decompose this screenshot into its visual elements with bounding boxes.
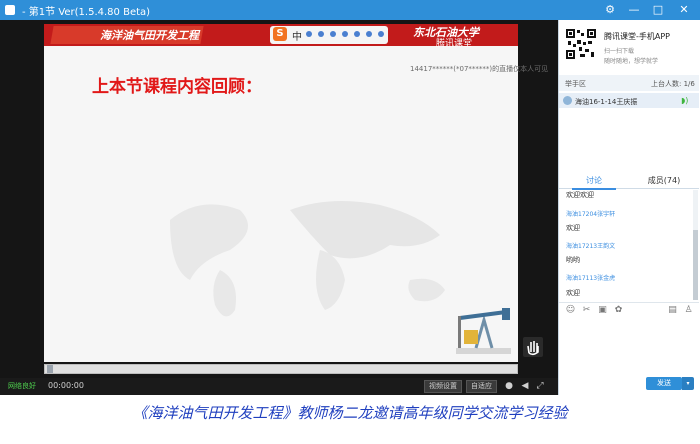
user-settings-icon[interactable]: ♙: [683, 305, 694, 316]
send-button[interactable]: 发送: [646, 377, 682, 390]
chat-toolbar: [559, 302, 699, 319]
ime-skin-icon: [354, 31, 360, 37]
ime-menu-icon: [378, 31, 384, 37]
send-options-dropdown[interactable]: ▾: [682, 377, 694, 390]
ime-emoji-icon: [318, 31, 324, 37]
expand-icon[interactable]: ⤢: [534, 380, 546, 392]
chat-message: 欢迎: [566, 224, 580, 232]
volume-icon[interactable]: ◀: [519, 380, 531, 392]
auto-fit-button[interactable]: 自适应: [466, 380, 497, 393]
ime-tools-icon: [366, 31, 372, 37]
ime-mode-label: 中: [292, 32, 302, 43]
emoji-icon[interactable]: ☺: [565, 305, 576, 316]
course-title: 海洋油气田开发工程: [100, 29, 199, 42]
playback-progress-bar[interactable]: [44, 364, 518, 374]
flower-icon[interactable]: ✿: [613, 305, 624, 316]
chat-message: 哟哟: [566, 256, 580, 264]
speaking-icon: ◗): [681, 96, 689, 105]
message-history-icon[interactable]: ▤: [667, 305, 678, 316]
oil-pumpjack-illustration: [456, 308, 511, 354]
watermark: 14417******(*07******)的直播仅本人可见: [410, 65, 549, 73]
ime-mic-icon: [330, 31, 336, 37]
chat-scrollbar-thumb[interactable]: [693, 230, 698, 300]
student-name: 海油16-1-14王庆振: [575, 98, 638, 106]
minimize-icon[interactable]: —: [626, 2, 642, 18]
maximize-icon[interactable]: □: [650, 2, 666, 18]
slide-heading: 上本节课程内容回顾：: [92, 77, 262, 97]
avatar: [563, 96, 572, 105]
ime-logo-icon: S: [273, 27, 287, 41]
app-download-slogan: 随时随地，想学就学: [604, 58, 659, 65]
qr-code: [565, 28, 597, 60]
chat-sender[interactable]: 海油17213王韵文: [566, 241, 615, 250]
hand-raise-title: 举手区: [565, 80, 586, 88]
close-icon[interactable]: ✕: [676, 2, 692, 18]
chat-message: 欢迎: [566, 289, 580, 297]
scissors-icon[interactable]: ✂: [581, 305, 592, 316]
tab-discussion[interactable]: 讨论: [559, 175, 629, 189]
raise-hand-icon[interactable]: [523, 337, 543, 357]
window-title: - 第1节 Ver(1.5.4.80 Beta): [22, 7, 151, 18]
tab-members[interactable]: 成员(74): [629, 175, 699, 189]
ime-keyboard-icon: [342, 31, 348, 37]
on-stage-count: 上台人数: 1/6: [651, 80, 695, 88]
settings-icon[interactable]: ⚙: [602, 2, 618, 18]
chat-input[interactable]: [559, 320, 699, 375]
image-icon[interactable]: ▣: [597, 305, 608, 316]
playback-time: 00:00:00: [48, 381, 84, 390]
app-download-title: 腾讯课堂-手机APP: [604, 32, 671, 41]
network-status: 网络良好: [8, 382, 36, 390]
app-download-hint: 扫一扫下载: [604, 48, 635, 55]
tencent-classroom-logo: 腾讯课堂: [436, 39, 473, 49]
chat-sender[interactable]: 海油17204张宇轩: [566, 209, 615, 218]
progress-knob[interactable]: [47, 365, 53, 373]
app-icon: [5, 5, 15, 15]
world-map-background: [170, 201, 445, 317]
video-settings-button[interactable]: 视频设置: [424, 380, 462, 393]
image-caption: 《海洋油气田开发工程》教师杨二龙邀请高年级同学交流学习经验: [132, 404, 568, 422]
chat-message: 欢迎欢迎: [566, 191, 594, 199]
chat-sender[interactable]: 海油17113张金虎: [566, 273, 615, 282]
ime-punct-icon: [306, 31, 312, 37]
microphone-icon[interactable]: ●: [503, 380, 515, 392]
